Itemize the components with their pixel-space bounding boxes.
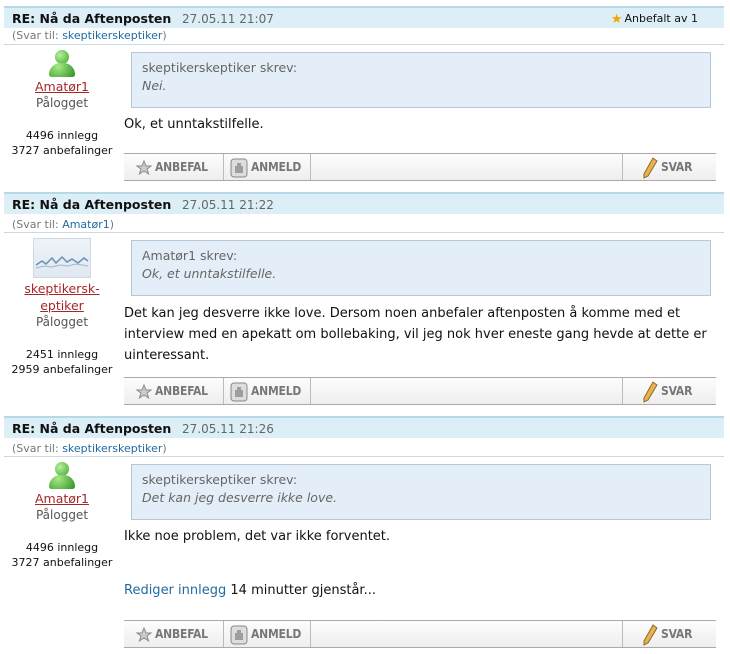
post-2: RE: Nå da Aftenposten 27.05.11 21:22 (Sv… xyxy=(0,186,730,412)
post-title: RE: Nå da Aftenposten xyxy=(12,421,172,436)
pencil-icon xyxy=(643,156,658,179)
edit-notice: Rediger innlegg 14 minutter gjenstår... xyxy=(124,580,716,601)
divider xyxy=(4,44,724,45)
post-3: RE: Nå da Aftenposten 27.05.11 21:26 (Sv… xyxy=(0,410,730,654)
report-button[interactable]: ANMELD xyxy=(230,378,301,404)
quote-text: Det kan jeg desverre ikke love. xyxy=(142,490,338,505)
author-username[interactable]: Amatør1 xyxy=(0,490,124,507)
person-icon[interactable] xyxy=(47,50,77,78)
post-date: 27.05.11 21:26 xyxy=(182,422,274,436)
online-status: Pålogget xyxy=(35,315,89,329)
recommend-button[interactable]: ANBEFAL xyxy=(136,621,208,647)
reply-button[interactable]: SVAR xyxy=(642,154,692,180)
quote-text: Nei. xyxy=(142,78,167,93)
person-icon[interactable] xyxy=(47,462,77,490)
reply-to-link[interactable]: Amatør1 xyxy=(62,218,110,231)
report-button[interactable]: ANMELD xyxy=(230,621,301,647)
action-bar: ANBEFAL ANMELD SVAR xyxy=(124,620,716,648)
star-outline-icon xyxy=(136,383,152,399)
post-1: RE: Nå da Aftenposten 27.05.11 21:07 ★ An… xyxy=(0,0,730,186)
recommend-button[interactable]: ANBEFAL xyxy=(136,154,208,180)
recommended-count: Anbefalt av 1 xyxy=(624,12,698,25)
hand-icon xyxy=(230,382,248,401)
post-header: RE: Nå da Aftenposten 27.05.11 21:26 xyxy=(4,416,724,438)
quote-box: Amatør1 skrev: Ok, et unntakstilfelle. xyxy=(131,240,711,296)
hand-icon xyxy=(230,158,248,177)
report-button[interactable]: ANMELD xyxy=(230,154,301,180)
action-bar: ANBEFAL ANMELD SVAR xyxy=(124,153,716,181)
post-count: 4496 innlegg xyxy=(25,129,99,142)
post-body: Det kan jeg desverre ikke love. Dersom n… xyxy=(124,306,707,363)
post-body: Ikke noe problem, det var ikke forventet… xyxy=(124,529,391,544)
post-date: 27.05.11 21:22 xyxy=(182,198,274,212)
hand-icon xyxy=(230,625,248,644)
post-date: 27.05.11 21:07 xyxy=(182,12,274,26)
online-status: Pålogget xyxy=(35,508,89,522)
reply-to-line: (Svar til: Amatør1) xyxy=(12,218,115,231)
author-username[interactable]: Amatør1 xyxy=(0,78,124,95)
reply-to-line: (Svar til: skeptikerskeptiker) xyxy=(12,29,167,42)
online-status: Pålogget xyxy=(35,96,89,110)
recommendation-count: 2959 anbefalinger xyxy=(11,363,113,376)
recommend-button[interactable]: ANBEFAL xyxy=(136,378,208,404)
chart-thumbnail-avatar[interactable] xyxy=(33,238,91,278)
edit-post-link[interactable]: Rediger innlegg xyxy=(124,583,226,598)
post-count: 4496 innlegg xyxy=(25,541,99,554)
reply-to-line: (Svar til: skeptikerskeptiker) xyxy=(12,442,167,455)
quote-text: Ok, et unntakstilfelle. xyxy=(142,266,277,281)
author-info: Amatør1 Pålogget 4496 innlegg 3727 anbef… xyxy=(0,50,124,158)
quote-author: skeptikerskeptiker skrev: xyxy=(142,472,298,487)
reply-to-link[interactable]: skeptikerskeptiker xyxy=(62,442,162,455)
quote-box: skeptikerskeptiker skrev: Det kan jeg de… xyxy=(131,464,711,520)
recommendation-count: 3727 anbefalinger xyxy=(11,556,113,569)
pencil-icon xyxy=(643,380,658,403)
post-title: RE: Nå da Aftenposten xyxy=(12,11,172,26)
quote-box: skeptikerskeptiker skrev: Nei. xyxy=(131,52,711,108)
post-count: 2451 innlegg xyxy=(25,348,99,361)
quote-author: skeptikerskeptiker skrev: xyxy=(142,60,298,75)
star-icon: ★ xyxy=(610,12,623,27)
recommendation-count: 3727 anbefalinger xyxy=(11,144,113,157)
reply-to-link[interactable]: skeptikerskeptiker xyxy=(62,29,162,42)
post-body: Ok, et unntakstilfelle. xyxy=(124,117,264,132)
star-outline-icon xyxy=(136,159,152,175)
post-title: RE: Nå da Aftenposten xyxy=(12,197,172,212)
action-bar: ANBEFAL ANMELD SVAR xyxy=(124,377,716,405)
pencil-icon xyxy=(643,623,658,646)
reply-button[interactable]: SVAR xyxy=(642,621,692,647)
star-outline-icon xyxy=(136,626,152,642)
divider xyxy=(4,456,724,457)
reply-button[interactable]: SVAR xyxy=(642,378,692,404)
edit-time-remaining: 14 minutter gjenstår... xyxy=(230,583,376,598)
author-info: skeptikersk-eptiker Pålogget 2451 innleg… xyxy=(0,238,124,377)
post-header: RE: Nå da Aftenposten 27.05.11 21:22 xyxy=(4,192,724,214)
post-header: RE: Nå da Aftenposten 27.05.11 21:07 ★ An… xyxy=(4,6,724,28)
recommended-badge[interactable]: ★ Anbefalt av 1 xyxy=(611,12,698,27)
divider xyxy=(4,232,724,233)
author-info: Amatør1 Pålogget 4496 innlegg 3727 anbef… xyxy=(0,462,124,570)
author-username[interactable]: skeptikersk-eptiker xyxy=(0,280,124,314)
quote-author: Amatør1 skrev: xyxy=(142,248,238,263)
